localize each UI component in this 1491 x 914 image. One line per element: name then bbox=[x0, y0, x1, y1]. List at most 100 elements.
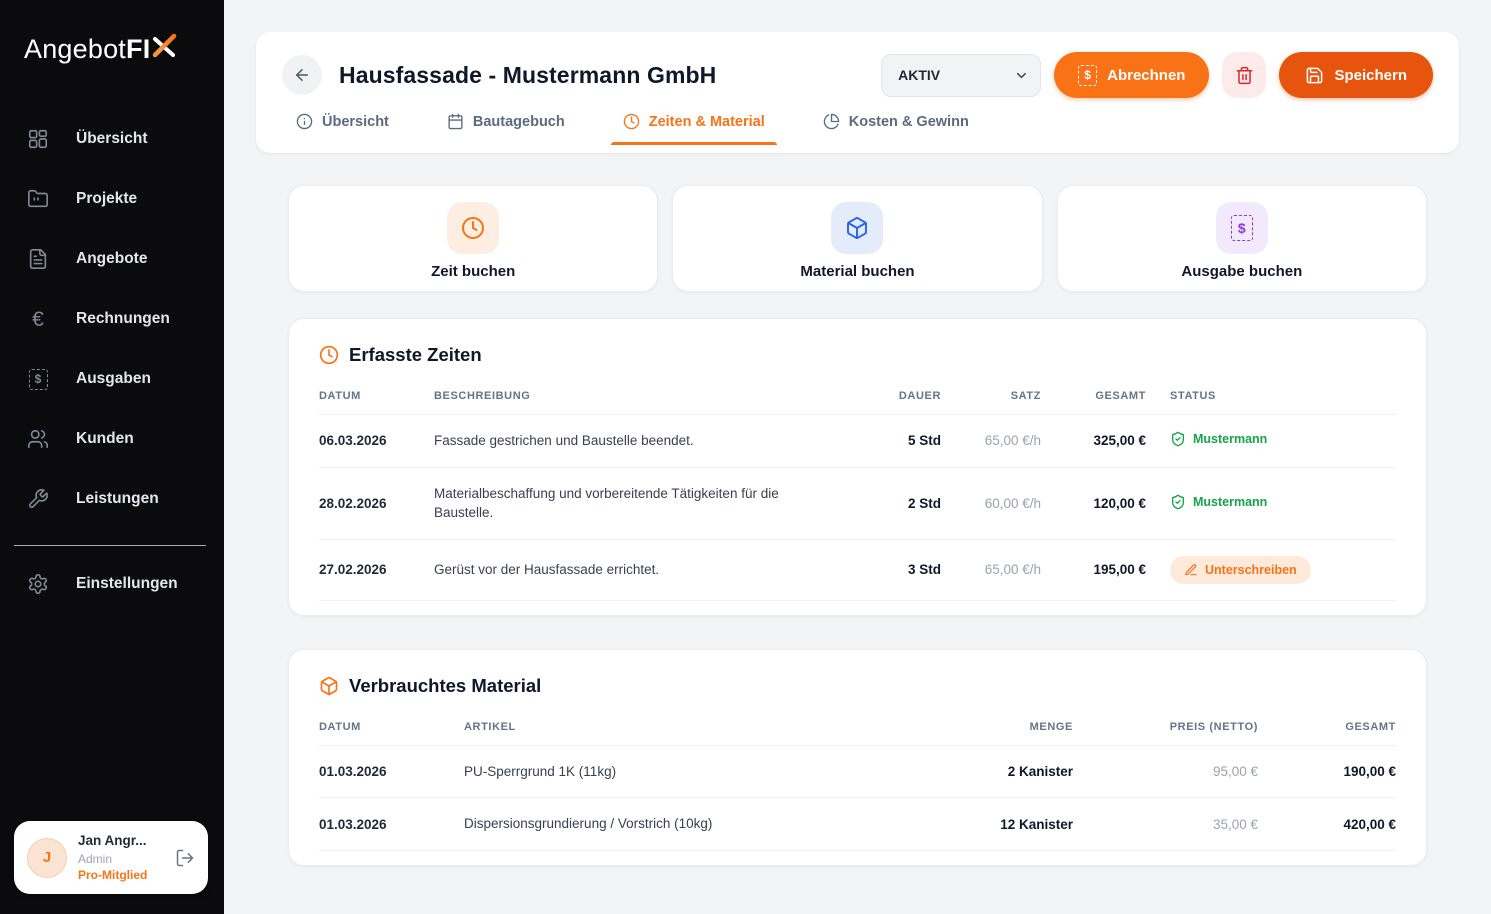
cell-datum: 06.03.2026 bbox=[319, 433, 387, 449]
cell-dauer: 2 Std bbox=[907, 495, 941, 511]
logo-text-regular: Angebot bbox=[24, 34, 126, 64]
package-icon bbox=[831, 202, 884, 254]
cell-datum: 01.03.2026 bbox=[319, 816, 387, 832]
speichern-button[interactable]: Speichern bbox=[1279, 52, 1433, 98]
wrench-icon bbox=[26, 488, 50, 510]
sidebar-item-angebote[interactable]: Angebote bbox=[0, 229, 224, 289]
logo-text-bold: FI bbox=[126, 34, 151, 64]
action-label: Material buchen bbox=[800, 263, 915, 280]
unterschreiben-button[interactable]: Unterschreiben bbox=[1170, 555, 1311, 584]
back-button[interactable] bbox=[282, 55, 322, 95]
table-row: 01.03.2026 Dispersionsgrundierung / Vors… bbox=[319, 798, 1396, 851]
cell-satz: 65,00 €/h bbox=[984, 562, 1041, 578]
receipt-dollar-icon: $ bbox=[1078, 64, 1098, 86]
main-area: Hausfassade - Mustermann GmbH AKTIV $ Ab… bbox=[224, 0, 1491, 914]
status-label: Unterschreiben bbox=[1205, 562, 1297, 577]
shield-check-icon bbox=[1172, 431, 1184, 447]
cell-artikel: PU-Sperrgrund 1K (11kg) bbox=[464, 763, 617, 779]
cell-gesamt: 195,00 € bbox=[1093, 562, 1146, 578]
users-icon bbox=[26, 428, 50, 450]
sidebar-item-label: Rechnungen bbox=[76, 310, 170, 327]
user-meta: Jan Angr... Admin Pro-Mitglied bbox=[78, 832, 164, 883]
tab-label: Zeiten & Material bbox=[648, 113, 765, 130]
panel-title: Verbrauchtes Material bbox=[349, 674, 542, 696]
folder-icon bbox=[26, 188, 50, 210]
cell-beschreibung: Materialbeschaffung und vorbereitende Tä… bbox=[434, 485, 779, 521]
col-beschreibung: BESCHREIBUNG bbox=[434, 390, 531, 402]
zeit-buchen-card[interactable]: Zeit buchen bbox=[288, 185, 659, 292]
table-row: 27.02.2026 Gerüst vor der Hausfassade er… bbox=[319, 540, 1396, 601]
status-label: Mustermann bbox=[1193, 432, 1268, 447]
user-membership: Pro-Mitglied bbox=[78, 867, 148, 882]
quick-actions: Zeit buchen Material buchen $ Ausgabe bu… bbox=[288, 185, 1427, 292]
user-name: Jan Angr... bbox=[78, 833, 147, 849]
cell-menge: 12 Kanister bbox=[1000, 816, 1073, 832]
tab-uebersicht[interactable]: Übersicht bbox=[296, 113, 389, 145]
action-label: Ausgabe buchen bbox=[1181, 263, 1303, 280]
cell-gesamt: 190,00 € bbox=[1343, 763, 1396, 779]
abrechnen-button[interactable]: $ Abrechnen bbox=[1054, 52, 1210, 98]
status-label: Mustermann bbox=[1193, 494, 1268, 509]
cell-beschreibung: Gerüst vor der Hausfassade errichtet. bbox=[434, 561, 660, 577]
receipt-dollar-icon: $ bbox=[26, 368, 50, 390]
col-satz: SATZ bbox=[1010, 390, 1041, 402]
info-icon bbox=[296, 113, 313, 130]
times-table: DATUM BESCHREIBUNG DAUER SATZ GESAMT STA… bbox=[319, 384, 1396, 601]
sidebar-item-rechnungen[interactable]: € Rechnungen bbox=[0, 289, 224, 349]
sidebar-item-label: Einstellungen bbox=[76, 575, 178, 592]
sidebar-item-einstellungen[interactable]: Einstellungen bbox=[0, 554, 224, 614]
col-artikel: ARTIKEL bbox=[464, 720, 516, 733]
status-badge: Mustermann bbox=[1170, 431, 1267, 447]
verbrauchtes-material-panel: Verbrauchtes Material DATUM ARTIKEL MENG… bbox=[288, 648, 1427, 866]
sidebar-item-ausgaben[interactable]: $ Ausgaben bbox=[0, 349, 224, 409]
app-root: Angebot FI Übersicht Projekte Angebote €… bbox=[0, 0, 1491, 914]
sidebar-item-projekte[interactable]: Projekte bbox=[0, 169, 224, 229]
app-logo: Angebot FI bbox=[0, 0, 224, 109]
cell-artikel: Dispersionsgrundierung / Vorstrich (10kg… bbox=[464, 816, 713, 832]
table-row: 28.02.2026 Materialbeschaffung und vorbe… bbox=[319, 468, 1396, 540]
tab-label: Kosten & Gewinn bbox=[848, 113, 969, 130]
project-header: Hausfassade - Mustermann GmbH AKTIV $ Ab… bbox=[256, 32, 1459, 153]
cell-datum: 27.02.2026 bbox=[319, 562, 387, 578]
project-tabs: Übersicht Bautagebuch Zeiten & Material … bbox=[282, 113, 1433, 145]
status-select[interactable]: AKTIV bbox=[881, 53, 1042, 97]
logout-icon[interactable] bbox=[175, 848, 195, 868]
delete-button[interactable] bbox=[1222, 52, 1267, 98]
col-dauer: DAUER bbox=[898, 390, 941, 402]
panel-title: Erfasste Zeiten bbox=[349, 344, 482, 365]
cell-dauer: 5 Std bbox=[907, 433, 941, 449]
cell-satz: 65,00 €/h bbox=[984, 433, 1041, 449]
sidebar: Angebot FI Übersicht Projekte Angebote €… bbox=[0, 0, 224, 914]
receipt-dollar-icon: $ bbox=[1215, 202, 1268, 254]
status-select-wrap: AKTIV bbox=[881, 53, 1042, 97]
tab-bautagebuch[interactable]: Bautagebuch bbox=[447, 113, 565, 145]
tab-label: Bautagebuch bbox=[472, 113, 565, 130]
tab-zeiten-material[interactable]: Zeiten & Material bbox=[610, 113, 777, 145]
clock-icon bbox=[319, 345, 339, 365]
sidebar-item-label: Leistungen bbox=[76, 490, 159, 507]
user-card[interactable]: J Jan Angr... Admin Pro-Mitglied bbox=[14, 821, 208, 894]
cell-menge: 2 Kanister bbox=[1007, 763, 1073, 779]
col-gesamt: GESAMT bbox=[1345, 720, 1396, 733]
sidebar-item-label: Ausgaben bbox=[76, 370, 151, 387]
sidebar-item-label: Übersicht bbox=[76, 130, 148, 147]
material-buchen-card[interactable]: Material buchen bbox=[672, 185, 1043, 292]
trash-icon bbox=[1236, 66, 1253, 84]
cell-beschreibung: Fassade gestrichen und Baustelle beendet… bbox=[434, 433, 694, 448]
status-badge: Mustermann bbox=[1170, 494, 1267, 510]
action-label: Zeit buchen bbox=[431, 263, 516, 280]
ausgabe-buchen-card[interactable]: $ Ausgabe buchen bbox=[1056, 185, 1427, 292]
clock-icon bbox=[447, 202, 500, 254]
sidebar-item-leistungen[interactable]: Leistungen bbox=[0, 469, 224, 529]
content-area: Zeit buchen Material buchen $ Ausgabe bu… bbox=[288, 185, 1427, 866]
cell-dauer: 3 Std bbox=[907, 562, 941, 578]
table-header-row: DATUM BESCHREIBUNG DAUER SATZ GESAMT STA… bbox=[319, 384, 1396, 415]
col-datum: DATUM bbox=[319, 720, 361, 733]
sidebar-item-kunden[interactable]: Kunden bbox=[0, 409, 224, 469]
tab-kosten-gewinn[interactable]: Kosten & Gewinn bbox=[823, 113, 969, 145]
tab-label: Übersicht bbox=[322, 113, 389, 130]
col-menge: MENGE bbox=[1029, 720, 1073, 733]
gear-icon bbox=[26, 573, 50, 595]
sidebar-item-uebersicht[interactable]: Übersicht bbox=[0, 109, 224, 169]
cell-gesamt: 325,00 € bbox=[1093, 433, 1146, 449]
